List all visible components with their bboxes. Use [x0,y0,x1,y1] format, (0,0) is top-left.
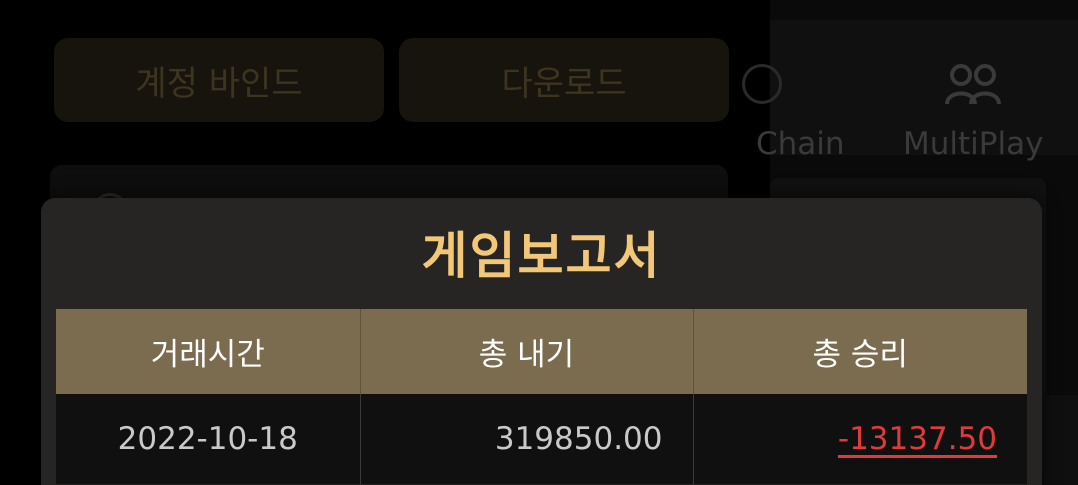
report-table: 거래시간 총 내기 총 승리 2022-10-18 319850.00 -131… [56,309,1027,484]
column-header-total-bet: 총 내기 [360,309,694,394]
tab-multiplay[interactable]: MultiPlay [903,126,1043,162]
table-header-row: 거래시간 총 내기 총 승리 [56,309,1027,394]
download-button[interactable]: 다운로드 [399,38,729,122]
bind-account-label: 계정 바인드 [135,63,303,104]
cell-total-win[interactable]: -13137.50 [693,394,1027,484]
background-edge [1042,395,1078,485]
column-header-time: 거래시간 [56,309,361,394]
cell-total-bet: 319850.00 [360,394,694,484]
total-win-link[interactable]: -13137.50 [838,421,997,457]
game-report-modal: 게임보고서 거래시간 총 내기 총 승리 2022-10-18 319850.0… [41,198,1042,485]
modal-title: 게임보고서 [421,227,662,285]
users-icon [945,64,1001,105]
chain-icon [742,64,782,104]
screen: 계정 바인드 다운로드 Chain MultiPlay 게임보고서 거래시간 총… [0,0,1078,485]
cell-time: 2022-10-18 [56,394,361,484]
tab-bar: Chain MultiPlay [742,20,1078,162]
bind-account-button[interactable]: 계정 바인드 [54,38,384,122]
tab-chain[interactable]: Chain [756,126,845,162]
column-header-total-win: 총 승리 [693,309,1027,394]
table-row: 2022-10-18 319850.00 -13137.50 [56,394,1027,484]
download-label: 다운로드 [501,63,627,104]
